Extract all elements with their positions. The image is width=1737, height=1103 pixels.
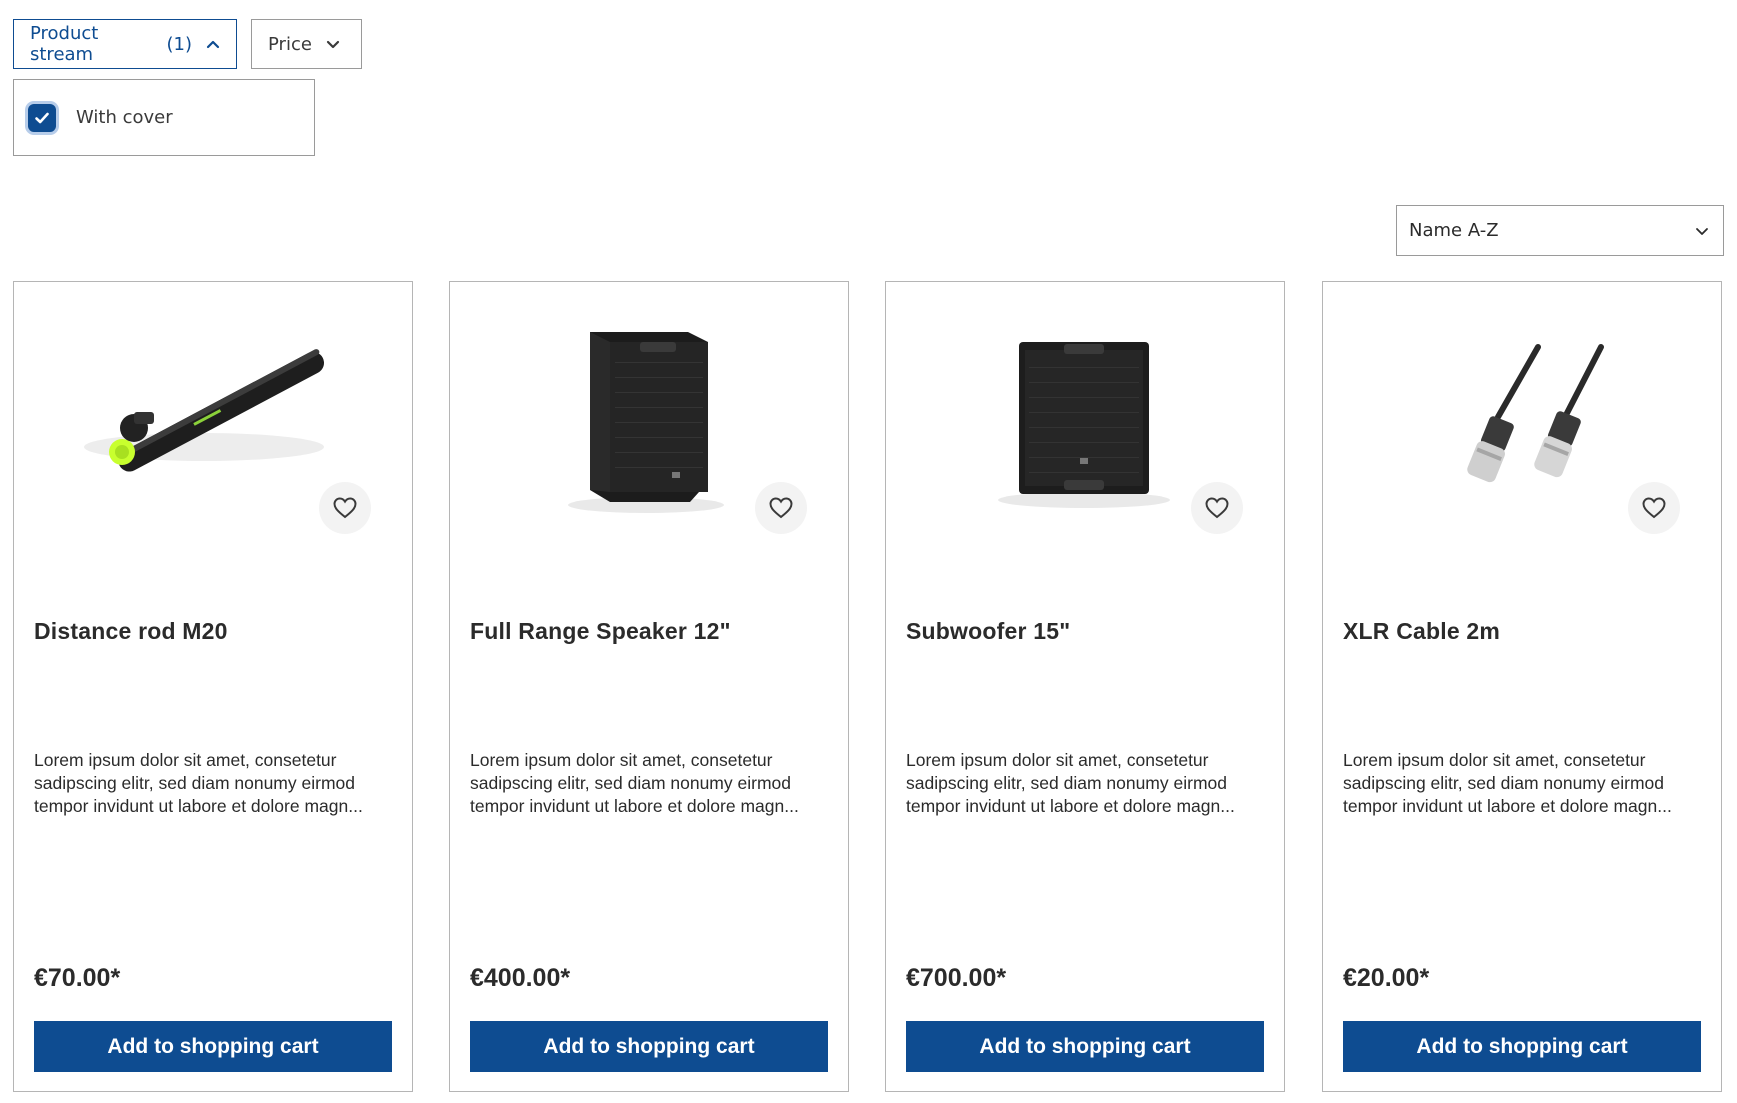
product-description: Lorem ipsum dolor sit amet, consetetur s… (906, 750, 1235, 816)
wishlist-button[interactable] (755, 482, 807, 534)
product-image[interactable] (1323, 282, 1721, 582)
chevron-down-icon (1695, 220, 1709, 241)
product-card[interactable]: Distance rod M20 Lorem ipsum dolor sit a… (13, 281, 413, 1092)
heart-icon (1205, 497, 1229, 519)
sort-select[interactable]: Name A-Z (1396, 205, 1724, 256)
product-image[interactable] (14, 282, 412, 582)
price-filter-label: Price (268, 33, 312, 55)
product-price: €20.00* (1343, 964, 1430, 992)
product-stream-filter-label: Product stream (30, 23, 99, 65)
product-stream-filter-button[interactable]: Product stream (1) (13, 19, 237, 69)
product-name[interactable]: XLR Cable 2m (1343, 618, 1500, 645)
product-card[interactable]: Full Range Speaker 12" Lorem ipsum dolor… (449, 281, 849, 1092)
with-cover-label[interactable]: With cover (76, 107, 173, 128)
product-description: Lorem ipsum dolor sit amet, consetetur s… (1343, 750, 1672, 816)
heart-icon (1642, 497, 1666, 519)
product-stream-filter-count: (1) (166, 33, 193, 55)
product-name[interactable]: Distance rod M20 (34, 618, 228, 645)
product-price: €400.00* (470, 964, 571, 992)
wishlist-button[interactable] (1191, 482, 1243, 534)
with-cover-checkbox[interactable] (28, 103, 56, 132)
product-description: Lorem ipsum dolor sit amet, consetetur s… (34, 750, 363, 816)
wishlist-button[interactable] (319, 482, 371, 534)
product-card[interactable]: XLR Cable 2m Lorem ipsum dolor sit amet,… (1322, 281, 1722, 1092)
sort-selected-value: Name A-Z (1409, 220, 1499, 241)
product-price: €700.00* (906, 964, 1007, 992)
product-image[interactable] (450, 282, 848, 582)
add-to-cart-button[interactable]: Add to shopping cart (470, 1021, 828, 1072)
product-description: Lorem ipsum dolor sit amet, consetetur s… (470, 750, 799, 816)
chevron-up-icon (206, 39, 220, 49)
add-to-cart-button[interactable]: Add to shopping cart (906, 1021, 1264, 1072)
product-image[interactable] (886, 282, 1284, 582)
heart-icon (769, 497, 793, 519)
product-stream-dropdown: With cover (13, 79, 315, 156)
product-name[interactable]: Subwoofer 15" (906, 618, 1070, 645)
add-to-cart-button[interactable]: Add to shopping cart (34, 1021, 392, 1072)
product-name[interactable]: Full Range Speaker 12" (470, 618, 731, 645)
heart-icon (333, 497, 357, 519)
chevron-down-icon (326, 39, 340, 49)
product-price: €70.00* (34, 964, 121, 992)
product-card[interactable]: Subwoofer 15" Lorem ipsum dolor sit amet… (885, 281, 1285, 1092)
price-filter-button[interactable]: Price (251, 19, 362, 69)
wishlist-button[interactable] (1628, 482, 1680, 534)
checkmark-icon (35, 112, 49, 123)
add-to-cart-button[interactable]: Add to shopping cart (1343, 1021, 1701, 1072)
